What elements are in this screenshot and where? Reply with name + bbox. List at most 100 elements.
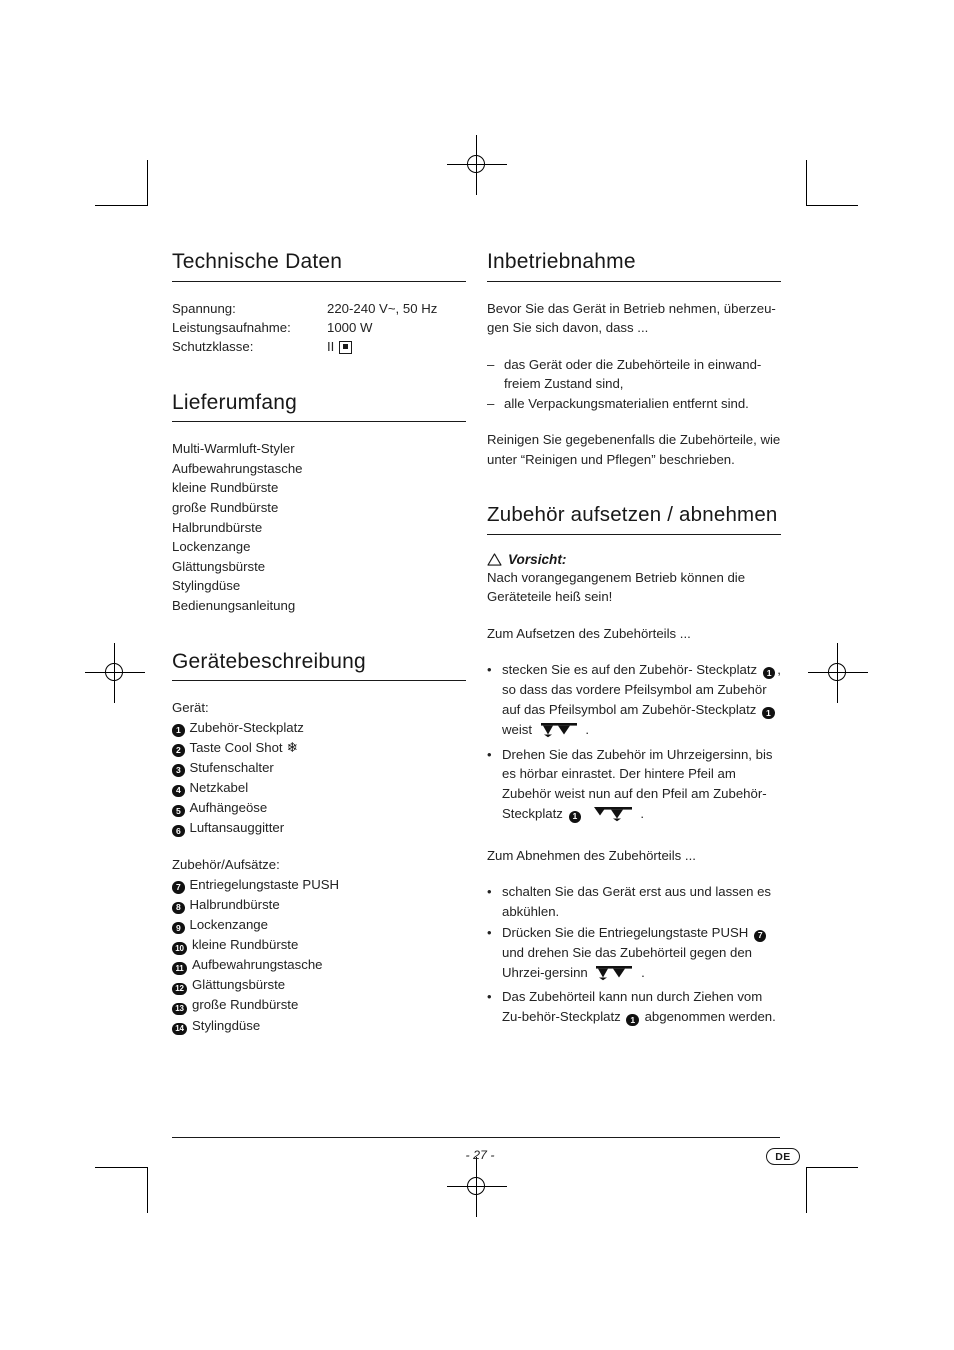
item-label: Glättungsbürste bbox=[192, 977, 286, 993]
spec-row: Leistungsaufnahme: 1000 W bbox=[172, 318, 466, 337]
bullet-list-item: • Drücken Sie die Entriegelungstaste PUS… bbox=[487, 923, 781, 986]
bullet-item-text: stecken Sie es auf den Zubehör- Steckpla… bbox=[502, 660, 781, 743]
device-part-item: 3 Stufenschalter bbox=[172, 758, 466, 778]
item-number-badge: 14 bbox=[172, 1022, 187, 1036]
heading-inbetriebnahme: Inbetriebnahme bbox=[487, 250, 781, 282]
item-number-badge: 13 bbox=[172, 1002, 187, 1016]
item-label: Halbrundbürste bbox=[189, 896, 280, 912]
item-label: Netzkabel bbox=[189, 779, 249, 795]
item-label: Stufenschalter bbox=[189, 759, 274, 775]
spec-label: Spannung: bbox=[172, 300, 236, 316]
item-label: Lockenzange bbox=[189, 917, 268, 933]
dash-list-item: – alle Verpackungsmaterialien entfernt s… bbox=[487, 394, 781, 414]
item-number-badge: 1 bbox=[172, 724, 185, 737]
list-item: Lockenzange bbox=[172, 539, 251, 555]
list-item: Multi-Warmluft-Styler bbox=[172, 441, 295, 457]
item-number-badge: 1 bbox=[568, 810, 582, 824]
item-number-badge: 6 bbox=[172, 824, 185, 838]
item-number-badge: 8 bbox=[172, 901, 185, 914]
spec-value: 220-240 V~, 50 Hz bbox=[327, 300, 438, 316]
bullet-list-item: • Drehen Sie das Zubehör im Uhrzeigersin… bbox=[487, 745, 781, 828]
device-group-label: Gerät: bbox=[172, 700, 209, 716]
attach-intro: Zum Aufsetzen des Zubehörteils ... bbox=[487, 625, 691, 641]
list-item: Halbrundbürste bbox=[172, 519, 263, 535]
item-number-badge: 12 bbox=[172, 982, 187, 996]
list-item: Bedienungsanleitung bbox=[172, 598, 296, 613]
list-item: Aufbewahrungstasche bbox=[172, 460, 303, 476]
device-part-item: 5 Aufhängeöse bbox=[172, 798, 466, 818]
accessory-part-item: 8 Halbrundbürste bbox=[172, 895, 466, 915]
accessories-group-label: Zubehör/Aufsätze: bbox=[172, 857, 280, 873]
bullet-item-text: Drücken Sie die Entriegelungstaste PUSH … bbox=[502, 923, 781, 986]
item-number-badge: 4 bbox=[172, 784, 185, 798]
spec-value: 1000 W bbox=[327, 319, 373, 335]
detach-intro: Zum Abnehmen des Zubehörteils ... bbox=[487, 847, 696, 863]
item-label: Luftansauggitter bbox=[189, 820, 285, 836]
heading-geraetebeschreibung: Gerätebeschreibung bbox=[172, 650, 466, 682]
item-number-badge: 9 bbox=[172, 921, 185, 935]
accessory-part-item: 13 große Rundbürste bbox=[172, 995, 466, 1016]
item-number-badge: 5 bbox=[172, 804, 185, 818]
device-parts-list: 1 Zubehör-Steckplatz 2 Taste Cool Shot ❄ … bbox=[172, 718, 466, 838]
item-label: kleine Rundbürste bbox=[192, 937, 299, 953]
accessory-part-item: 10 kleine Rundbürste bbox=[172, 935, 466, 955]
bullet-marker: • bbox=[487, 884, 492, 900]
spec-value: II bbox=[327, 337, 466, 356]
arrow-align-up-down-icon bbox=[594, 964, 634, 987]
arrow-align-down-up-icon bbox=[590, 805, 634, 828]
caution-text: Nach vorangegangenem Betrieb können die … bbox=[487, 569, 746, 605]
device-part-item: 1 Zubehör-Steckplatz bbox=[172, 718, 466, 738]
snowflake-icon: ❄ bbox=[286, 739, 298, 755]
heading-technische-daten: Technische Daten bbox=[172, 250, 466, 282]
dash-item-text: alle Verpackungsmaterialien entfernt sin… bbox=[504, 395, 749, 411]
attach-step-list: • stecken Sie es auf den Zubehör- Steckp… bbox=[487, 660, 781, 827]
dash-item-text: das Gerät oder die Zubehörteile in einwa… bbox=[504, 356, 762, 392]
list-item: kleine Rundbürste bbox=[172, 480, 279, 496]
bullet-marker: • bbox=[487, 989, 492, 1005]
device-part-item: 6 Luftansauggitter bbox=[172, 818, 466, 838]
accessory-part-item: 14 Stylingdüse bbox=[172, 1016, 466, 1036]
device-part-item: 4 Netzkabel bbox=[172, 778, 466, 798]
heading-lieferumfang: Lieferumfang bbox=[172, 391, 466, 423]
item-label: Entriegelungstaste PUSH bbox=[189, 876, 340, 892]
item-number-badge: 1 bbox=[762, 706, 775, 720]
list-item: große Rundbürste bbox=[172, 500, 279, 516]
bullet-marker: • bbox=[487, 746, 492, 762]
list-item: Glättungsbürste bbox=[172, 558, 266, 574]
left-column: Technische Daten Spannung: 220-240 V~, 5… bbox=[172, 250, 466, 1036]
commissioning-check-list: – das Gerät oder die Zubehörteile in ein… bbox=[487, 355, 781, 414]
heading-zubehoer-aufsetzen-abnehmen: Zubehör aufsetzen / abnehmen bbox=[487, 503, 781, 535]
language-badge: DE bbox=[766, 1148, 800, 1165]
item-number-badge: 1 bbox=[626, 1013, 639, 1027]
accessory-part-item: 12 Glättungsbürste bbox=[172, 975, 466, 996]
warning-triangle-icon bbox=[487, 552, 502, 566]
caution-label: Vorsicht: bbox=[508, 551, 567, 567]
bullet-item-text: Das Zubehörteil kann nun durch Ziehen vo… bbox=[502, 989, 776, 1027]
item-label: Aufhängeöse bbox=[189, 800, 268, 816]
right-column: Inbetriebnahme Bevor Sie das Gerät in Be… bbox=[487, 250, 781, 1028]
arrow-align-up-down-icon bbox=[539, 721, 579, 744]
bullet-item-text: Drehen Sie das Zubehör im Uhrzeigersinn,… bbox=[502, 745, 781, 828]
list-item: Stylingdüse bbox=[172, 578, 241, 594]
page-number: - 27 - bbox=[465, 1148, 495, 1162]
item-number-badge: 1 bbox=[762, 666, 776, 680]
bullet-marker: • bbox=[487, 662, 492, 678]
item-label: Zubehör-Steckplatz bbox=[189, 719, 304, 735]
item-number-badge: 2 bbox=[172, 744, 185, 757]
commissioning-intro: Bevor Sie das Gerät in Betrieb nehmen, ü… bbox=[487, 300, 776, 336]
bullet-list-item: • Das Zubehörteil kann nun durch Ziehen … bbox=[487, 987, 781, 1027]
scope-of-delivery-list: Multi-Warmluft-Styler Aufbewahrungstasch… bbox=[172, 439, 466, 615]
technical-data-table: Spannung: 220-240 V~, 50 Hz Leistungsauf… bbox=[172, 299, 466, 357]
bullet-list-item: • schalten Sie das Gerät erst aus und la… bbox=[487, 882, 781, 922]
bullet-marker: • bbox=[487, 924, 492, 940]
accessory-part-item: 9 Lockenzange bbox=[172, 915, 466, 935]
item-number-badge: 7 bbox=[753, 929, 767, 943]
accessories-parts-list: 7 Entriegelungstaste PUSH 8 Halbrundbürs… bbox=[172, 875, 466, 1036]
item-number-badge: 7 bbox=[172, 881, 185, 894]
item-label: große Rundbürste bbox=[192, 997, 299, 1013]
commissioning-closing: Reinigen Sie gegebenenfalls die Zubehört… bbox=[487, 432, 781, 468]
item-label: Stylingdüse bbox=[192, 1017, 261, 1033]
detach-step-list: • schalten Sie das Gerät erst aus und la… bbox=[487, 882, 781, 1027]
bullet-list-item: • stecken Sie es auf den Zubehör- Steckp… bbox=[487, 660, 781, 743]
item-label: Taste Cool Shot ❄ bbox=[189, 739, 298, 755]
